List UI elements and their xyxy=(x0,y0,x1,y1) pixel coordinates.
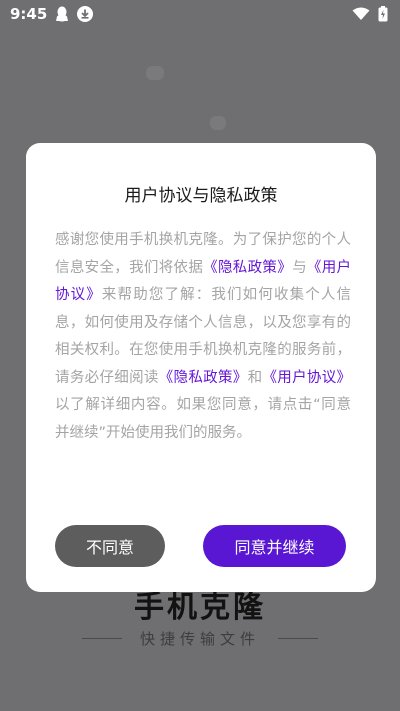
status-bar: 9:45 xyxy=(0,0,400,28)
privacy-policy-link[interactable]: 《隐私政策》 xyxy=(159,370,248,386)
status-right xyxy=(352,6,388,22)
divider-line xyxy=(278,638,318,639)
download-icon xyxy=(77,6,94,22)
decline-button[interactable]: 不同意 xyxy=(55,525,165,567)
status-left: 9:45 xyxy=(10,5,94,23)
user-agreement-link[interactable]: 《用户协议》 xyxy=(262,370,351,386)
background-app-subtitle: 快捷传输文件 xyxy=(139,630,260,648)
qq-penguin-icon xyxy=(55,6,69,22)
agreement-dialog: 用户协议与隐私政策 感谢您使用手机换机克隆。为了保护您的个人信息安全，我们将依据… xyxy=(26,143,376,592)
body-text-segment: 与 xyxy=(292,259,307,276)
background-decoration xyxy=(146,66,164,80)
body-text-segment: 以了解详细内容。如果您同意，请点击“同意并继续”开始使用我们的服务。 xyxy=(55,397,351,441)
body-text-segment: 和 xyxy=(247,369,263,386)
background-subtitle-row: 快捷传输文件 xyxy=(0,628,400,649)
dialog-title: 用户协议与隐私政策 xyxy=(124,186,278,206)
agree-and-continue-button[interactable]: 同意并继续 xyxy=(203,525,346,567)
privacy-policy-link[interactable]: 《隐私政策》 xyxy=(203,260,292,276)
wifi-icon xyxy=(352,7,370,21)
background-decoration xyxy=(210,116,226,130)
divider-line xyxy=(81,638,122,639)
battery-icon xyxy=(378,6,388,22)
dialog-body-text: 感谢您使用手机换机克隆。为了保护您的个人信息安全，我们将依据《隐私政策》与《用户… xyxy=(55,227,351,447)
status-time: 9:45 xyxy=(10,5,48,23)
